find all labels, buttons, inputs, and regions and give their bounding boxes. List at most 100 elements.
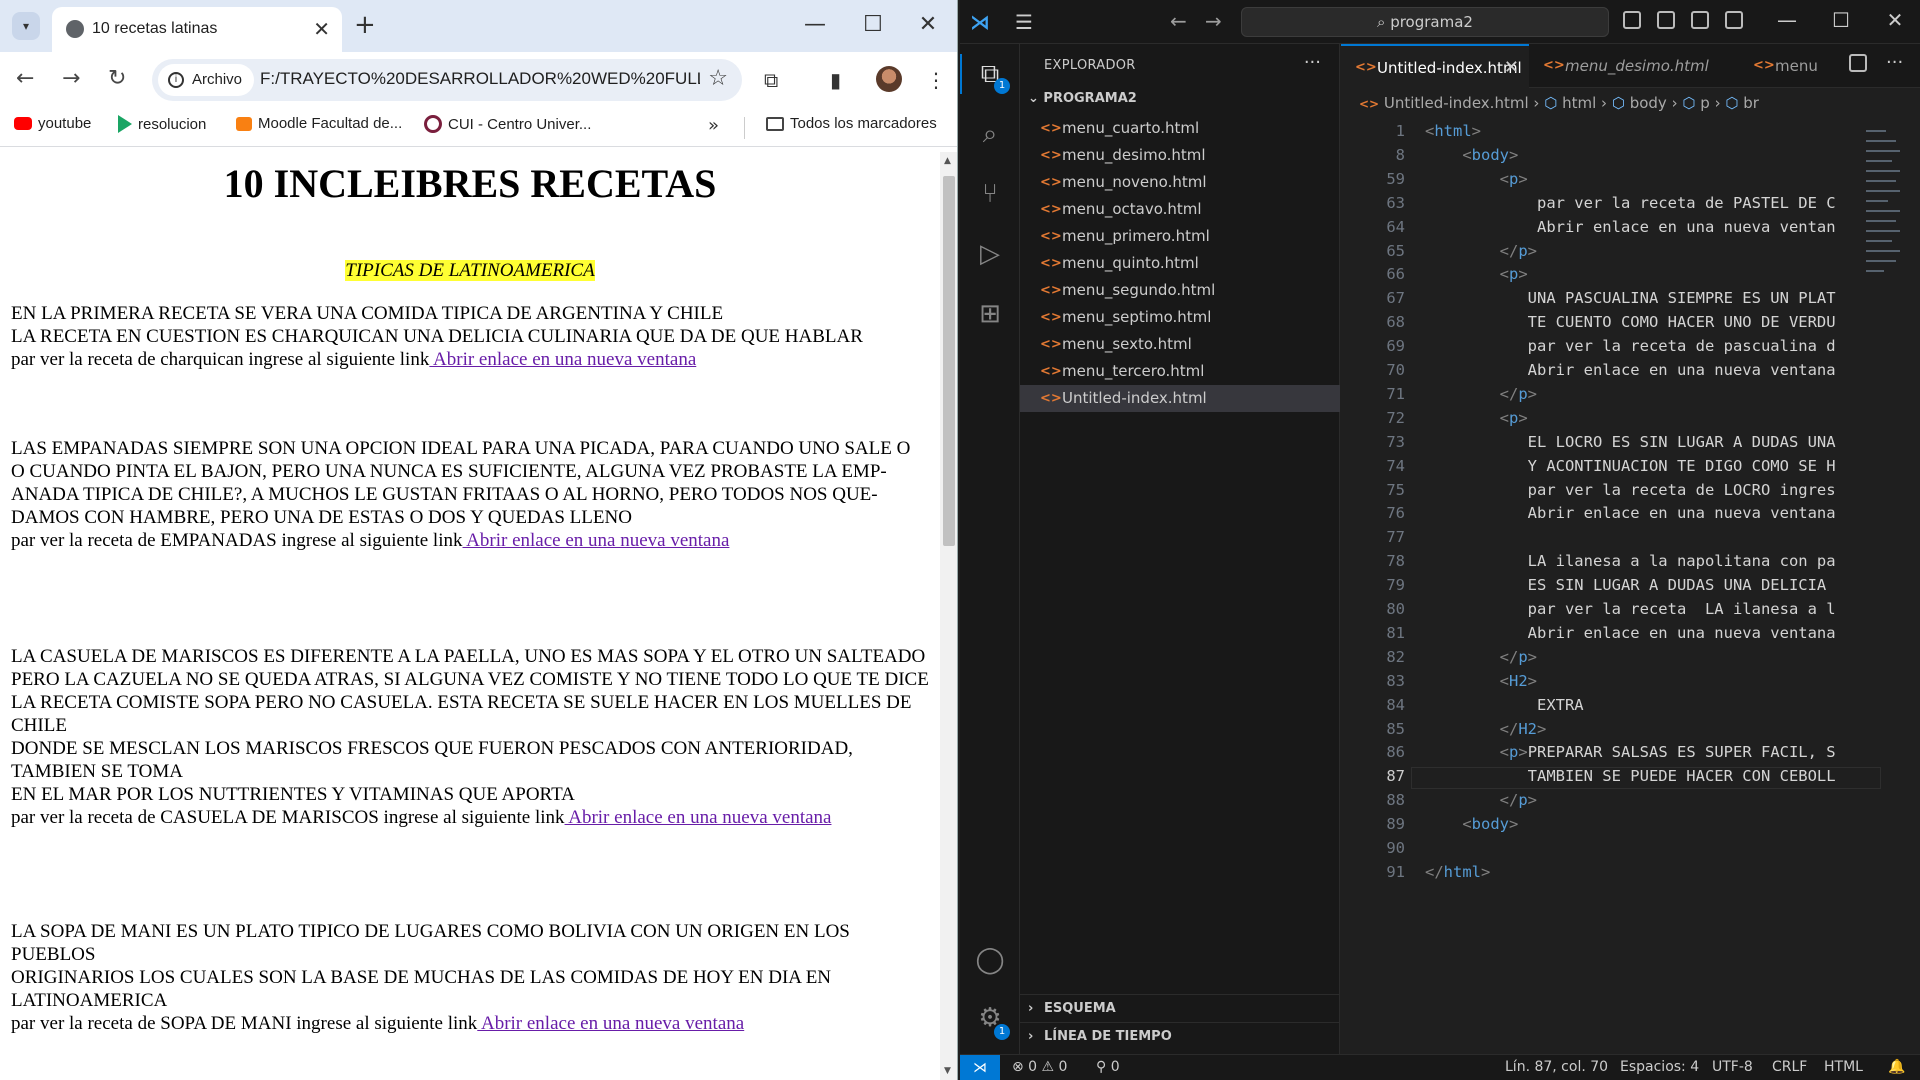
new-tab-button[interactable]: + (354, 12, 376, 38)
file-item[interactable]: <> menu_tercero.html (1020, 358, 1340, 385)
code-line[interactable]: </p> (1425, 648, 1537, 666)
folder-programa2[interactable]: ⌄ PROGRAMA2 (1028, 91, 1137, 106)
back-icon[interactable]: ← (1170, 9, 1187, 33)
encoding[interactable]: UTF-8 (1712, 1059, 1753, 1075)
extensions-icon[interactable]: ⊞ (974, 298, 1006, 330)
code-line[interactable]: <p> (1425, 409, 1528, 427)
line-ending[interactable]: CRLF (1772, 1059, 1807, 1075)
customize-layout-icon[interactable] (1725, 11, 1743, 29)
recipe-link[interactable]: Abrir enlace en una nueva ventana (477, 1013, 744, 1034)
tab-untitled-index[interactable]: <> Untitled-index.html ✕ (1341, 44, 1529, 88)
minimize-button[interactable]: — (1772, 8, 1802, 32)
address-bar[interactable]: i Archivo F:/TRAYECTO%20DESARROLLADOR%20… (152, 59, 742, 101)
code-line[interactable]: <p> (1425, 265, 1528, 283)
code-line[interactable]: </H2> (1425, 720, 1547, 738)
recipe-link[interactable]: Abrir enlace en una nueva ventana (429, 349, 696, 370)
code-line[interactable]: EL LOCRO ES SIN LUGAR A DUDAS UNA (1425, 433, 1836, 451)
file-item[interactable]: <> menu_octavo.html (1020, 196, 1340, 223)
more-bookmarks-icon[interactable]: » (708, 115, 719, 136)
file-item[interactable]: <> menu_cuarto.html (1020, 115, 1340, 142)
side-panel-icon[interactable]: ▮ (830, 68, 841, 92)
breadcrumb-item[interactable]: body (1630, 94, 1667, 112)
back-icon[interactable]: ← (16, 66, 34, 91)
code-line[interactable]: Y ACONTINUACION TE DIGO COMO SE H (1425, 457, 1836, 475)
scroll-thumb[interactable] (943, 176, 955, 546)
tab-menu[interactable]: <> menu (1739, 44, 1837, 88)
close-window-button[interactable]: ✕ (913, 12, 943, 37)
remote-indicator-icon[interactable]: ⋊ (960, 1055, 1000, 1080)
avatar[interactable] (876, 66, 902, 92)
extensions-icon[interactable]: ⧉ (764, 68, 778, 92)
code-line[interactable]: </p> (1425, 791, 1537, 809)
code-line[interactable]: Abrir enlace en una nueva ventan (1425, 218, 1836, 236)
all-bookmarks[interactable]: Todos los marcadores (766, 115, 937, 132)
code-line[interactable]: par ver la receta de LOCRO ingres (1425, 481, 1836, 499)
file-item-selected[interactable]: <> Untitled-index.html (1020, 385, 1340, 412)
file-item[interactable]: <> menu_noveno.html (1020, 169, 1340, 196)
code-line[interactable]: <p>PREPARAR SALSAS ES SUPER FACIL, S (1425, 743, 1836, 761)
more-actions-icon[interactable]: ··· (1304, 52, 1321, 73)
run-debug-icon[interactable]: ▷ (974, 238, 1006, 270)
code-line[interactable]: LA ilanesa a la napolitana con pa (1425, 552, 1836, 570)
forward-icon[interactable]: → (1205, 9, 1222, 33)
menu-icon[interactable]: ☰ (1015, 10, 1033, 34)
code-editor[interactable]: 1 <html> 8 <body> 59 <p> 63 par ver la recet… (1341, 122, 1920, 1022)
file-item[interactable]: <> menu_quinto.html (1020, 250, 1340, 277)
code-line[interactable]: </html> (1425, 863, 1490, 881)
code-line[interactable]: Abrir enlace en una nueva ventana (1425, 504, 1836, 522)
file-item[interactable]: <> menu_primero.html (1020, 223, 1340, 250)
code-line[interactable]: TE CUENTO COMO HACER UNO DE VERDU (1425, 313, 1836, 331)
toggle-sidebar-icon[interactable] (1623, 11, 1641, 29)
bookmark-moodle[interactable]: Moodle Facultad de... (236, 115, 402, 132)
source-control-icon[interactable]: ⑂ (974, 178, 1006, 210)
cursor-position[interactable]: Lín. 87, col. 70 (1505, 1059, 1608, 1075)
file-item[interactable]: <> menu_desimo.html (1020, 142, 1340, 169)
toggle-secondary-sidebar-icon[interactable] (1691, 11, 1709, 29)
more-actions-icon[interactable]: ··· (1886, 52, 1903, 73)
code-line[interactable]: <body> (1425, 146, 1518, 164)
page-scrollbar[interactable]: ▲ ▼ (940, 152, 957, 1080)
code-line[interactable]: par ver la receta LA ilanesa a l (1425, 600, 1836, 618)
code-line[interactable]: <H2> (1425, 672, 1537, 690)
minimize-button[interactable]: — (800, 12, 830, 37)
recipe-link[interactable]: Abrir enlace en una nueva ventana (462, 530, 729, 551)
breadcrumb-item[interactable]: html (1562, 94, 1596, 112)
bookmark-youtube[interactable]: youtube (14, 115, 91, 132)
reload-icon[interactable]: ↻ (108, 66, 126, 91)
close-window-button[interactable]: ✕ (1880, 8, 1910, 32)
command-center-search[interactable]: ⌕ programa2 (1241, 7, 1609, 37)
code-line[interactable]: </p> (1425, 385, 1537, 403)
menu-dots-icon[interactable]: ⋮ (926, 68, 946, 92)
close-tab-icon[interactable]: ✕ (1504, 46, 1519, 88)
tab-menu-desimo[interactable]: <> menu_desimo.html (1529, 44, 1739, 88)
code-line[interactable]: Abrir enlace en una nueva ventana (1425, 361, 1836, 379)
code-line[interactable]: EXTRA (1425, 696, 1584, 714)
maximize-button[interactable]: ☐ (858, 12, 888, 37)
search-icon[interactable]: ⌕ (974, 118, 1006, 150)
account-icon[interactable]: ◯ (974, 944, 1006, 976)
problems-indicator[interactable]: ⊗ 0 ⚠ 0 (1012, 1059, 1067, 1075)
browser-tab[interactable]: 10 recetas latinas ✕ (52, 7, 342, 52)
notifications-icon[interactable]: 🔔 (1888, 1059, 1905, 1075)
code-line[interactable]: UNA PASCUALINA SIEMPRE ES UN PLAT (1425, 289, 1836, 307)
scroll-down-icon[interactable]: ▼ (944, 1066, 951, 1076)
code-line[interactable]: <p> (1425, 170, 1528, 188)
maximize-button[interactable]: ☐ (1826, 8, 1856, 32)
code-line[interactable]: <body> (1425, 815, 1518, 833)
forward-icon[interactable]: → (62, 66, 80, 91)
breadcrumb-item[interactable]: Untitled-index.html (1384, 94, 1529, 112)
site-info-chip[interactable]: i Archivo (158, 64, 254, 96)
code-line[interactable]: <html> (1425, 122, 1481, 140)
language-mode[interactable]: HTML (1824, 1059, 1863, 1075)
scroll-up-icon[interactable]: ▲ (944, 156, 951, 166)
file-item[interactable]: <> menu_segundo.html (1020, 277, 1340, 304)
timeline-section[interactable]: › LÍNEA DE TIEMPO (1020, 1022, 1340, 1050)
file-item[interactable]: <> menu_septimo.html (1020, 304, 1340, 331)
code-line[interactable]: Abrir enlace en una nueva ventana (1425, 624, 1836, 642)
url-text[interactable]: F:/TRAYECTO%20DESARROLLADOR%20WED%20FULL… (260, 69, 700, 89)
breadcrumb-item[interactable]: p (1700, 94, 1710, 112)
breadcrumb-item[interactable]: br (1743, 94, 1759, 112)
file-item[interactable]: <> menu_sexto.html (1020, 331, 1340, 358)
bookmark-cui[interactable]: CUI - Centro Univer... (424, 115, 591, 133)
code-line[interactable]: par ver la receta de PASTEL DE C (1425, 194, 1836, 212)
